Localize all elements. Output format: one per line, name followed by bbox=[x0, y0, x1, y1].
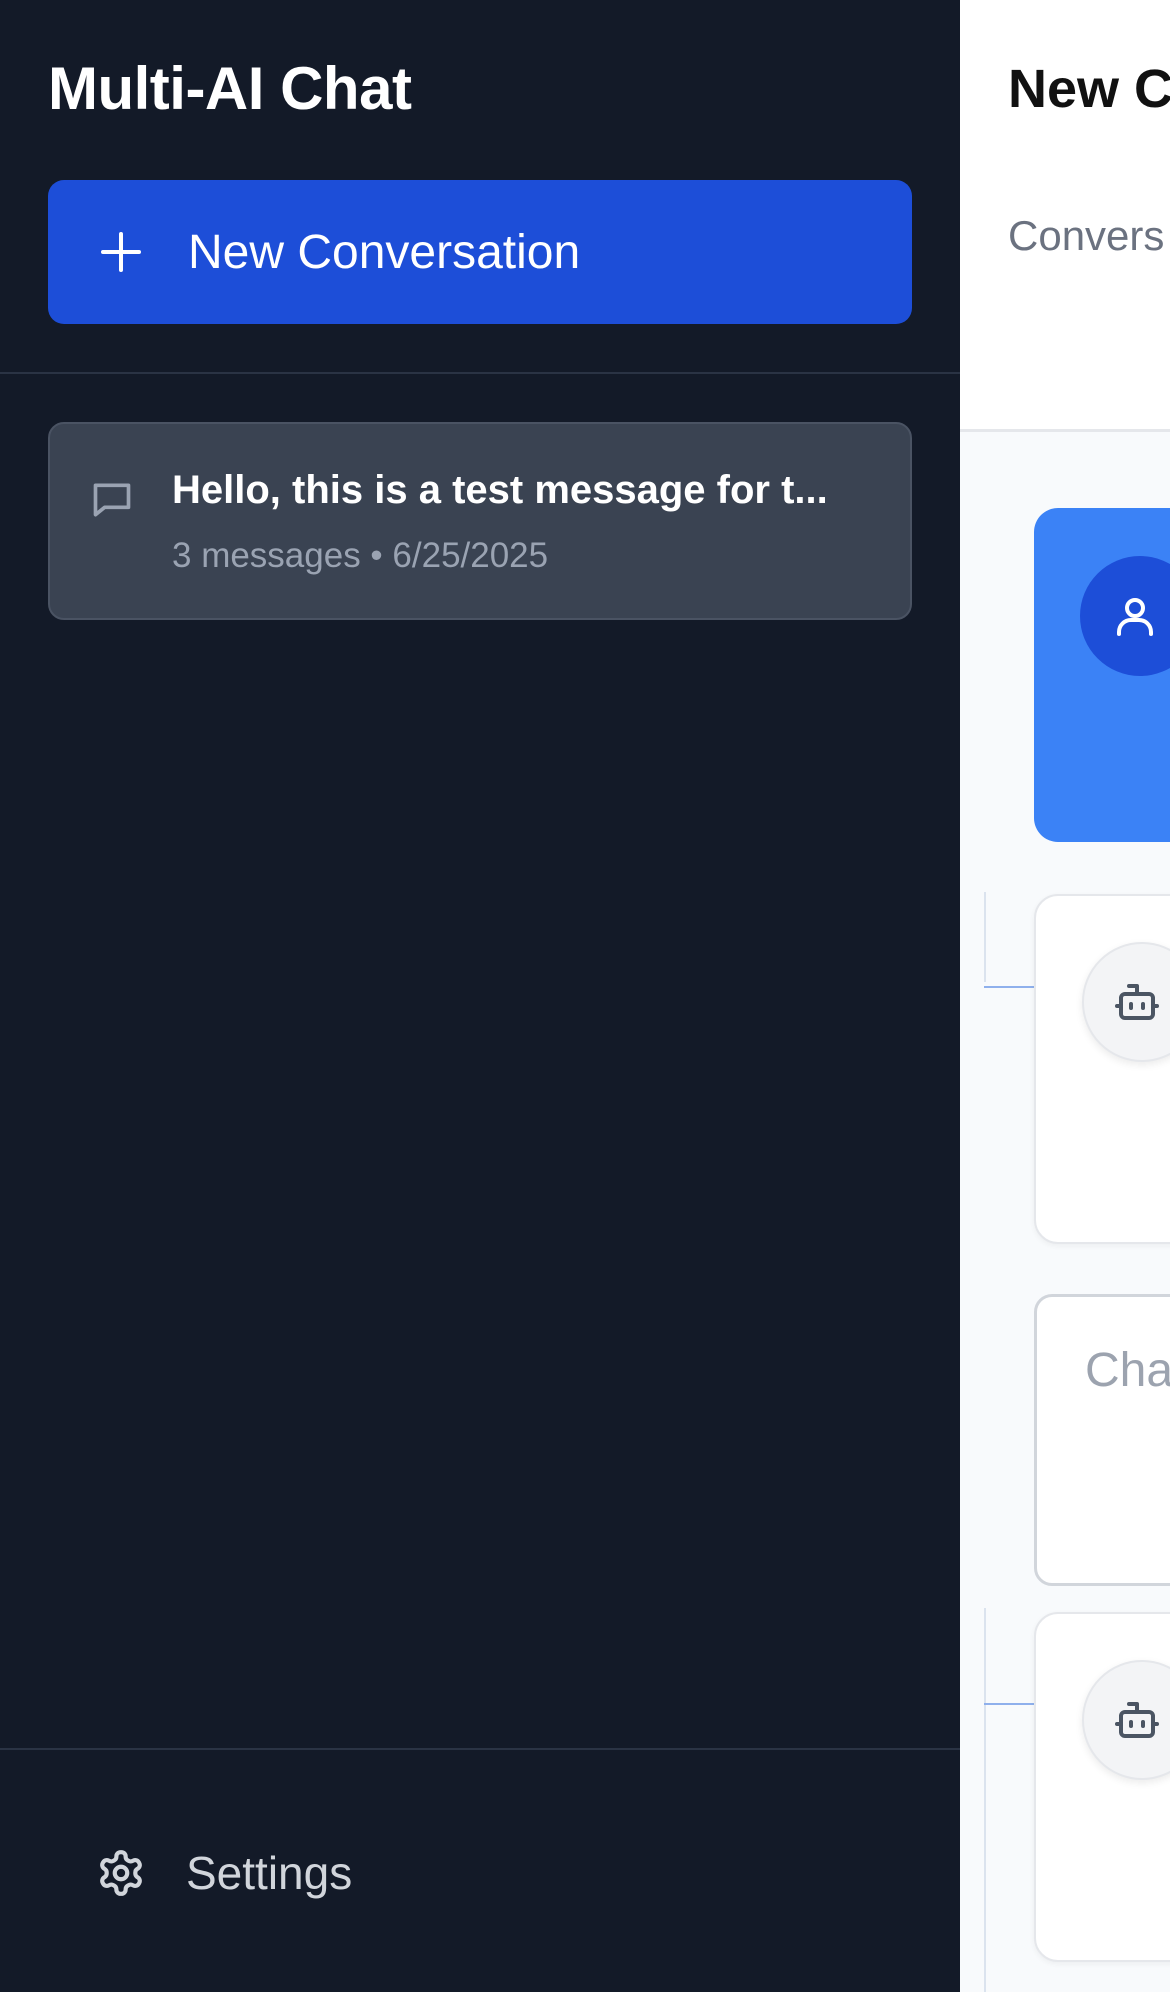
new-conversation-label: New Conversation bbox=[188, 225, 581, 279]
conversation-title: Hello, this is a test message for t... bbox=[172, 468, 828, 512]
plus-icon bbox=[100, 231, 142, 273]
user-avatar bbox=[1080, 556, 1170, 676]
main-header: New C Convers Tree bbox=[960, 0, 1170, 432]
user-message-card[interactable] bbox=[1034, 508, 1170, 842]
tree-connector bbox=[984, 892, 986, 982]
ai-avatar bbox=[1082, 1660, 1170, 1780]
conversation-title-heading: New C bbox=[1008, 59, 1170, 119]
message-input-placeholder: Cha prov bbox=[1085, 1344, 1170, 1397]
main-panel: New C Convers Tree bbox=[960, 0, 1170, 1992]
user-icon bbox=[1117, 598, 1153, 636]
ai-avatar bbox=[1082, 942, 1170, 1062]
settings-label: Settings bbox=[186, 1847, 353, 1899]
bot-icon bbox=[1115, 1702, 1159, 1738]
tree-branch bbox=[984, 1703, 1034, 1705]
ai-response-card[interactable] bbox=[1034, 1612, 1170, 1962]
gear-icon bbox=[96, 1848, 146, 1898]
conversation-list-item[interactable]: Hello, this is a test message for t... 3… bbox=[48, 422, 912, 620]
conversation-meta: 3 messages • 6/25/2025 bbox=[172, 536, 549, 575]
new-conversation-button[interactable]: New Conversation bbox=[48, 180, 912, 324]
app-root: Multi-AI Chat New Conversation Hello, th… bbox=[0, 0, 1170, 1992]
sidebar-divider bbox=[0, 372, 960, 374]
settings-button[interactable]: Settings bbox=[96, 1840, 352, 1906]
tree-branch bbox=[984, 986, 1034, 988]
message-input-card[interactable]: Cha prov bbox=[1034, 1294, 1170, 1586]
bot-icon bbox=[1115, 984, 1159, 1020]
app-title: Multi-AI Chat bbox=[48, 55, 412, 122]
ai-response-card[interactable] bbox=[1034, 894, 1170, 1244]
sidebar-footer-divider bbox=[0, 1748, 960, 1750]
tab-conversation-tree[interactable]: Convers Tree bbox=[1008, 206, 1170, 266]
chat-bubble-icon bbox=[90, 478, 134, 522]
sidebar: Multi-AI Chat New Conversation Hello, th… bbox=[0, 0, 960, 1992]
tree-connector bbox=[984, 1608, 986, 1992]
